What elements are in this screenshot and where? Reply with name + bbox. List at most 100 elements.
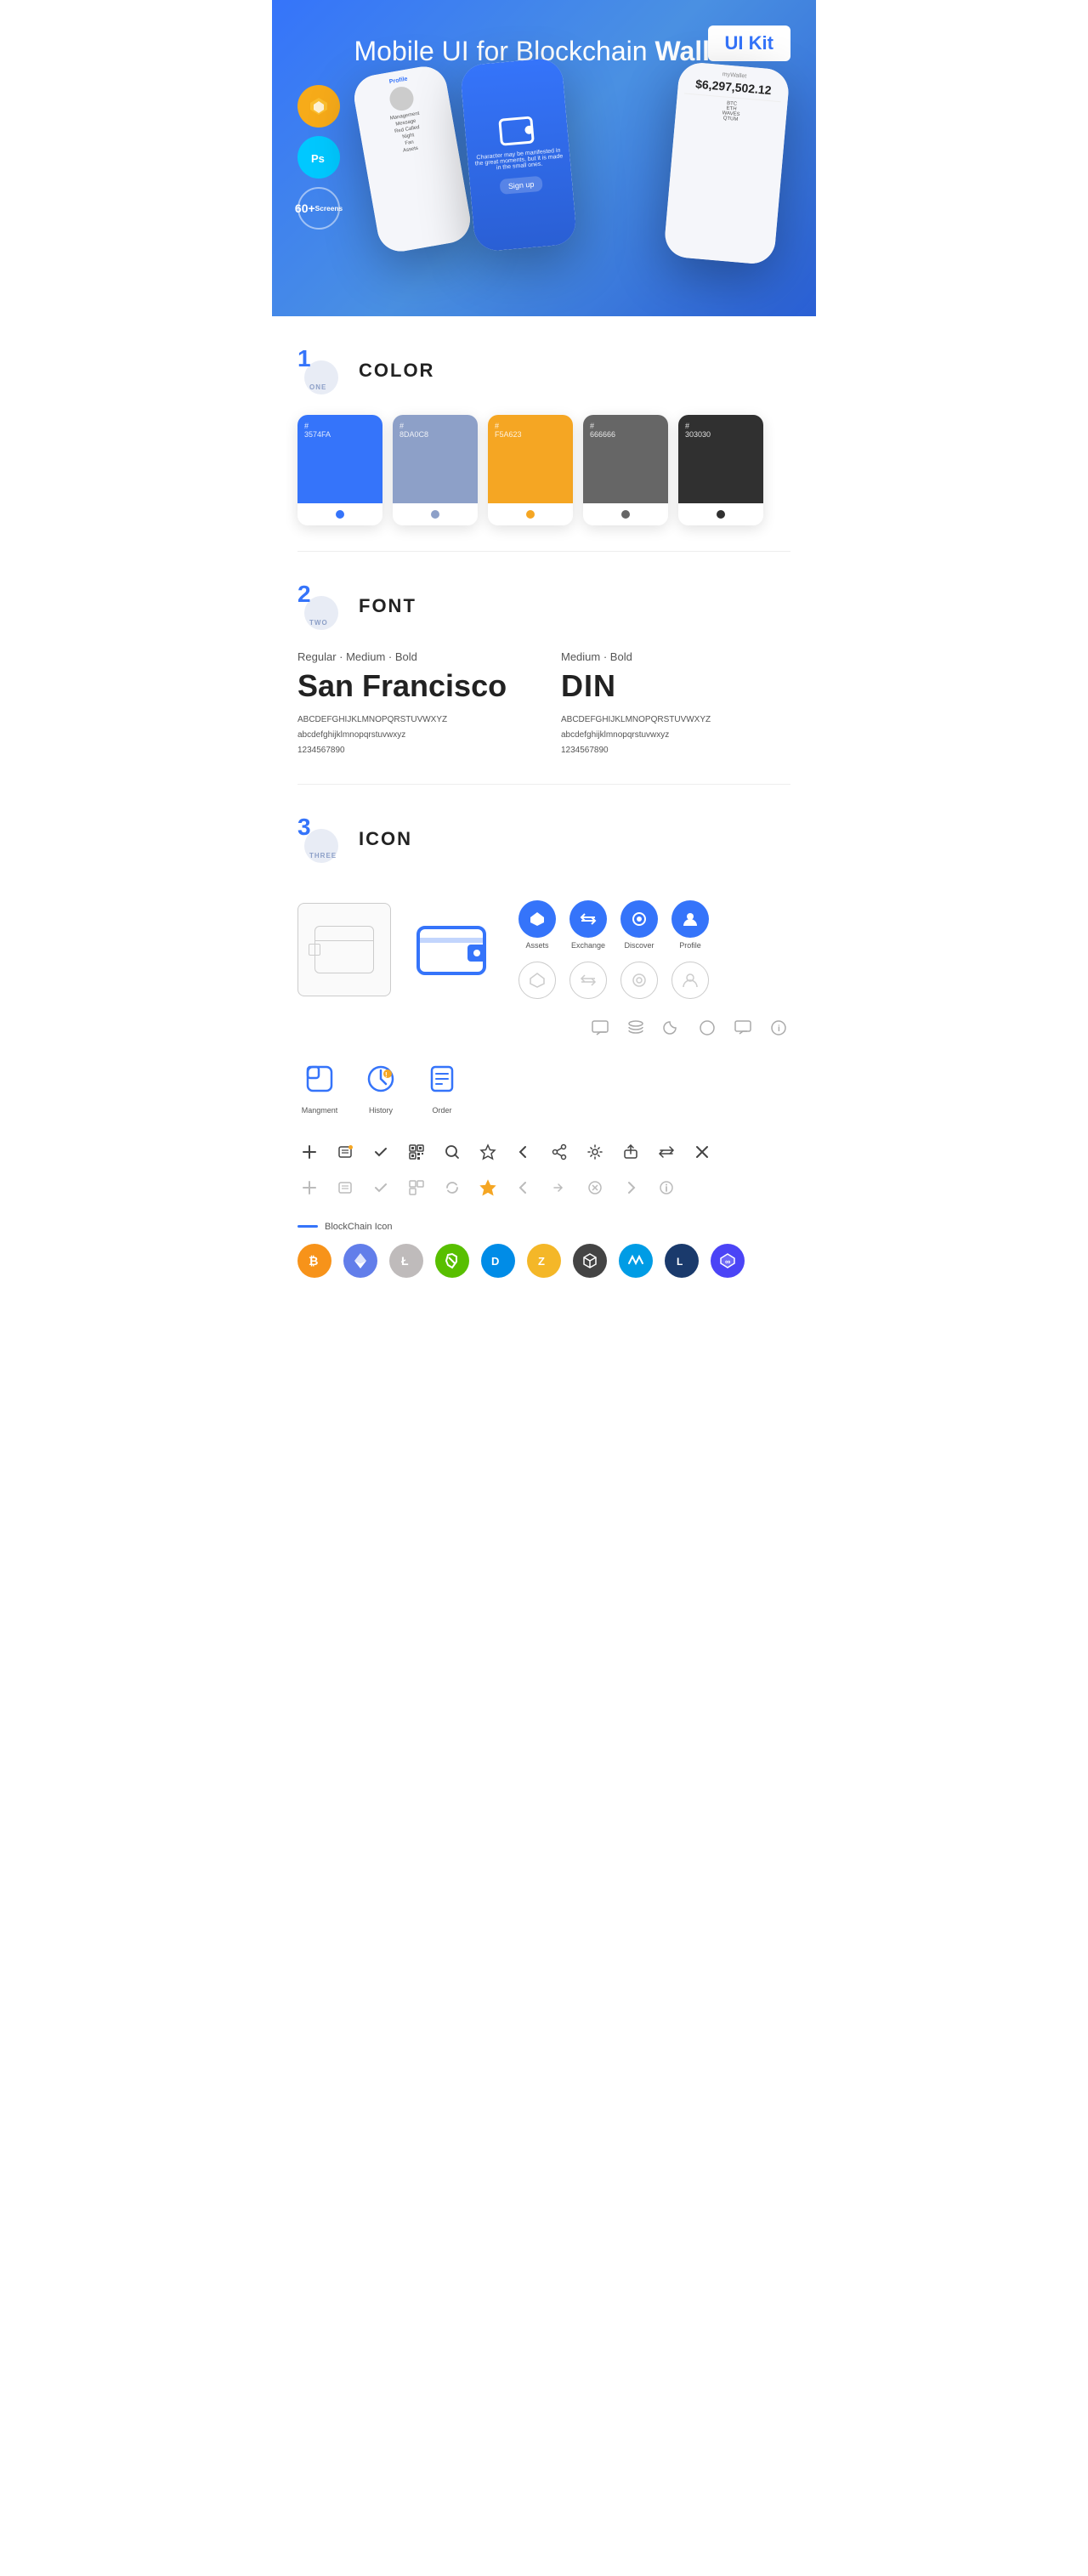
font2-lowercase: abcdefghijklmnopqrstuvwxyz [561,728,790,743]
icon-main-grid: Assets Exchange Discover [298,883,790,1048]
font-col-sf: Regular · Medium · Bold San Francisco AB… [298,650,527,758]
circle-icon [695,1016,719,1040]
section-number-2: 2 TWO [298,582,345,630]
font-content: Regular · Medium · Bold San Francisco AB… [298,650,790,784]
icon-section-title: ICON [359,828,412,850]
font1-uppercase: ABCDEFGHIJKLMNOPQRSTUVWXYZ [298,712,527,728]
settings-icon [583,1140,607,1164]
discover-icon [620,900,658,938]
waves-icon [619,1244,653,1278]
chat-icon [588,1016,612,1040]
blockchain-label: BlockChain Icon [325,1222,393,1232]
add-icon-gray [298,1176,321,1200]
font2-name: DIN [561,668,790,704]
swatch-blue: #3574FA [298,415,382,525]
font-section-header: 2 TWO FONT [298,552,790,650]
discover-icon-item: Discover [620,900,658,950]
discover-icon-outline [620,962,658,999]
icon-section-header: 3 THREE ICON [298,785,790,883]
share-icon [547,1140,571,1164]
font2-uppercase: ABCDEFGHIJKLMNOPQRSTUVWXYZ [561,712,790,728]
exchange-icon-item: Exchange [570,900,607,950]
svg-text:∞: ∞ [725,1257,731,1266]
discover-outline-icon [620,962,658,999]
app-icons-row: Mangment ! History [298,1048,790,1132]
svg-text:!: ! [385,1071,388,1079]
history-icon-item: ! History [359,1057,403,1115]
stack-icon [624,1016,648,1040]
font1-style: Regular · Medium · Bold [298,650,527,663]
list-icon [333,1140,357,1164]
section-number-1: 1 ONE [298,347,345,394]
wallet-wireframe-icon [298,903,391,996]
grid-icon [573,1244,607,1278]
profile-icon-item: Profile [672,900,709,950]
phone-right: myWallet $6,297,502.12 BTC ETH WAVES QTU… [663,60,790,264]
swatch-gray-blue: #8DA0C8 [393,415,478,525]
svg-text:i: i [778,1024,780,1034]
font1-lowercase: abcdefghijklmnopqrstuvwxyz [298,728,527,743]
swatch-gray: #666666 [583,415,668,525]
assets-label: Assets [525,941,548,950]
svg-text:Ł: Ł [401,1254,409,1268]
font2-numbers: 1234567890 [561,743,790,758]
assets-outline-icon [518,962,556,999]
assets-icon [518,900,556,938]
refresh-icon-gray [440,1176,464,1200]
misc-small-icons: i [588,1016,790,1040]
moon-icon [660,1016,683,1040]
bitcoin-icon: ₿ [298,1244,332,1278]
history-label: History [369,1106,393,1115]
exchange-icon [570,900,607,938]
ui-kit-badge: UI Kit [708,26,790,61]
assets-icon-outline [518,962,556,999]
order-icon-item: Order [420,1057,464,1115]
management-icon [298,1057,342,1101]
hero-section: Ps 60+ Screens Mobile UI for Blockchain … [272,0,816,316]
svg-text:L: L [677,1256,683,1268]
font2-style: Medium · Bold [561,650,790,663]
nav-icons-group: Assets Exchange Discover [518,900,709,999]
swatch-orange: #F5A623 [488,415,573,525]
wallet-icon-hero [498,116,535,145]
color-section-title: COLOR [359,360,434,382]
font-section-title: FONT [359,595,416,617]
main-content: 1 ONE COLOR #3574FA #8DA0C8 #F5A623 #666… [272,316,816,1312]
check-icon-gray [369,1176,393,1200]
color-section-header: 1 ONE COLOR [298,316,790,415]
profile-outline-icon [672,962,709,999]
exchange-outline-icon [570,962,607,999]
list-icon-gray [333,1176,357,1200]
lisk-icon: L [665,1244,699,1278]
forward-icon-gray [547,1176,571,1200]
dash-icon: D [481,1244,515,1278]
search-icon [440,1140,464,1164]
profile-icon-outline [672,962,709,999]
blockchain-label-row: BlockChain Icon [298,1222,790,1232]
wallet-blue-icon [408,903,502,996]
assets-icon-item: Assets [518,900,556,950]
color-swatches: #3574FA #8DA0C8 #F5A623 #666666 #303030 [298,415,790,551]
phone-center: Character may be manifested in the great… [460,57,578,252]
section-number-3: 3 THREE [298,815,345,863]
svg-text:D: D [491,1255,499,1268]
font1-numbers: 1234567890 [298,743,527,758]
star-icon [476,1140,500,1164]
speech-icon [731,1016,755,1040]
blockchain-line [298,1225,318,1228]
misc-icons-row1 [298,1132,790,1172]
info-icon-gray [654,1176,678,1200]
profile-icon [672,900,709,938]
order-label: Order [432,1106,451,1115]
management-label: Mangment [302,1106,338,1115]
phone-left: Profile Management Message Red Called Ni… [351,63,474,255]
check-icon [369,1140,393,1164]
cancel-icon-gray [583,1176,607,1200]
zcash-icon: Z [527,1244,561,1278]
next-icon-gray [619,1176,643,1200]
exchange-icon-outline [570,962,607,999]
management-icon-item: Mangment [298,1057,342,1115]
svg-text:Z: Z [538,1255,545,1268]
order-icon [420,1057,464,1101]
back-icon-gray [512,1176,536,1200]
